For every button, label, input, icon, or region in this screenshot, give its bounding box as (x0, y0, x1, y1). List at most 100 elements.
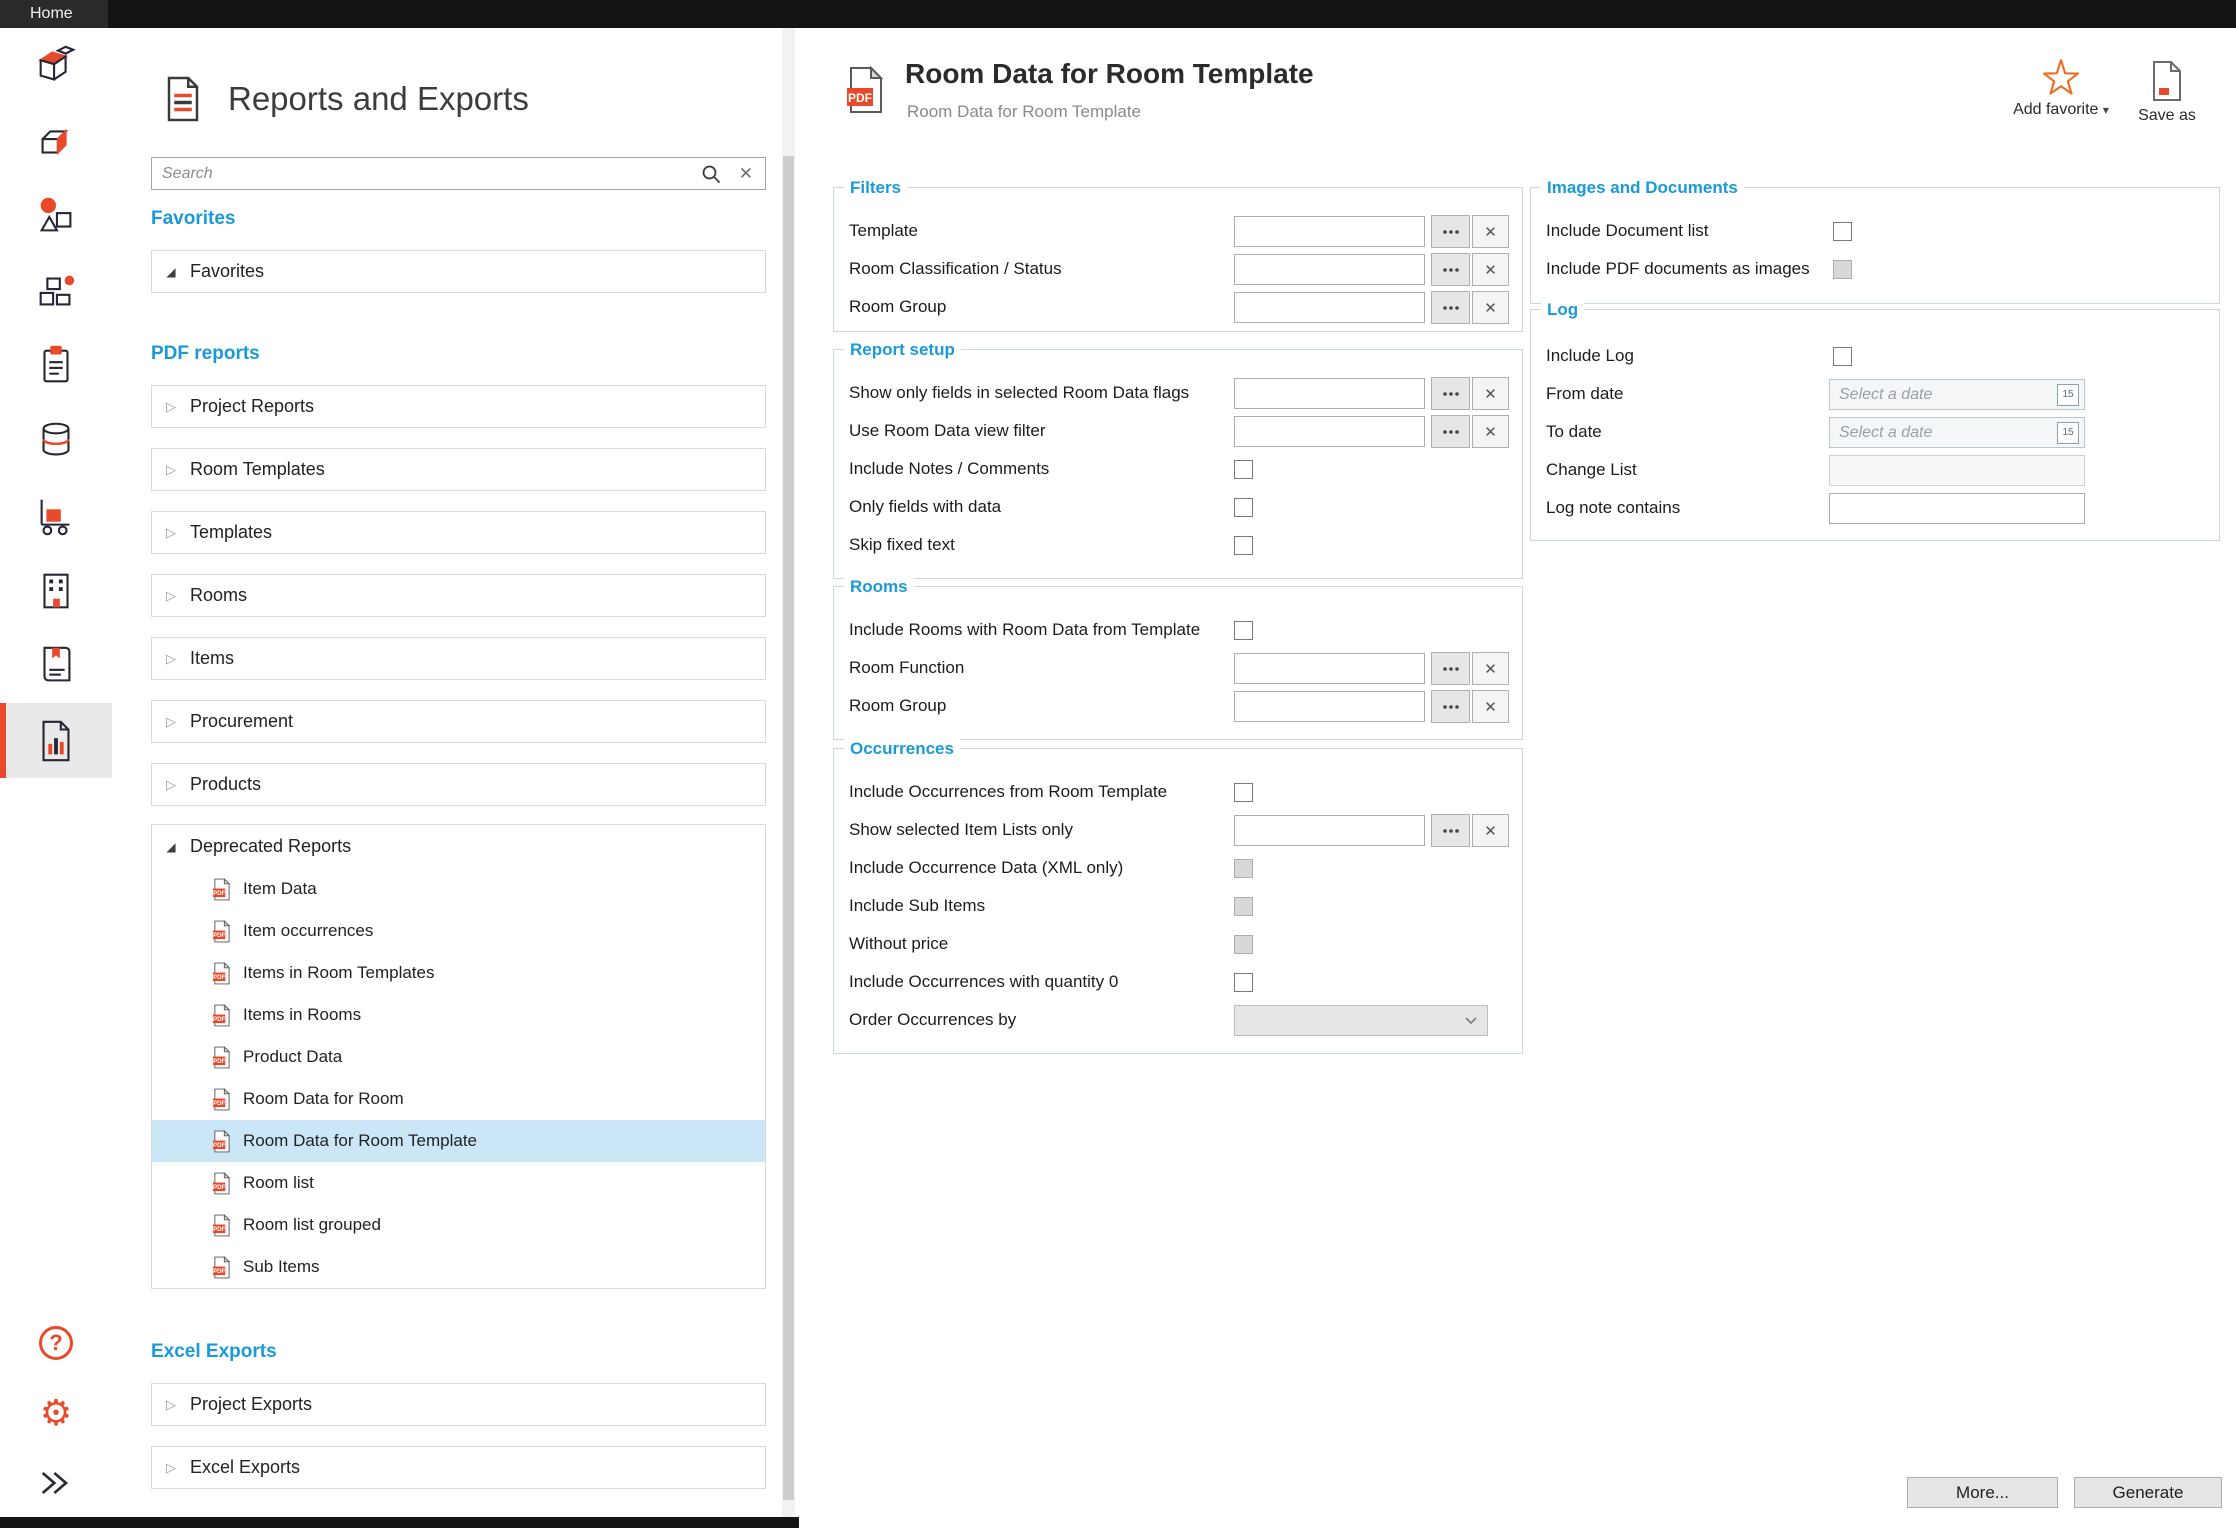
expander-collapsed-icon[interactable]: ▷ (164, 588, 178, 604)
report-item-room-data-for-room[interactable]: PDF Room Data for Room (152, 1078, 765, 1120)
clear-button[interactable]: ✕ (1472, 652, 1509, 685)
expander-collapsed-icon[interactable]: ▷ (164, 651, 178, 667)
clear-button[interactable]: ✕ (1472, 377, 1509, 410)
rail-item-buildings-3d[interactable] (0, 28, 112, 103)
browse-button[interactable] (1431, 814, 1470, 847)
group-favorites[interactable]: ◢ Favorites (151, 250, 766, 293)
rail-item-clipboard[interactable] (0, 328, 112, 403)
expander-collapsed-icon[interactable]: ▷ (164, 525, 178, 541)
field-label: Include Occurrence Data (XML only) (849, 858, 1123, 878)
quantity-zero-checkbox[interactable] (1234, 973, 1253, 992)
browse-button[interactable] (1431, 415, 1470, 448)
group-rooms[interactable]: ▷ Rooms (151, 574, 766, 617)
room-group-input[interactable] (1234, 691, 1425, 722)
deprecated-reports-header[interactable]: ◢ Deprecated Reports (152, 825, 765, 868)
clear-button[interactable]: ✕ (1472, 291, 1509, 324)
rail-item-expand[interactable] (0, 1448, 112, 1518)
clipboard-icon (33, 343, 79, 389)
rail-item-boxes[interactable] (0, 253, 112, 328)
only-fields-with-data-checkbox[interactable] (1234, 498, 1253, 517)
rail-item-help[interactable]: ? (0, 1308, 112, 1378)
browse-button[interactable] (1431, 652, 1470, 685)
expander-collapsed-icon[interactable]: ▷ (164, 462, 178, 478)
log-note-contains-input[interactable] (1829, 493, 2085, 524)
report-item-item-occurrences[interactable]: PDF Item occurrences (152, 910, 765, 952)
include-notes-checkbox[interactable] (1234, 460, 1253, 479)
generate-button[interactable]: Generate (2074, 1477, 2222, 1508)
rail-item-building-grid[interactable] (0, 553, 112, 628)
report-item-room-list-grouped[interactable]: PDF Room list grouped (152, 1204, 765, 1246)
group-items[interactable]: ▷ Items (151, 637, 766, 680)
report-item-items-in-rooms[interactable]: PDF Items in Rooms (152, 994, 765, 1036)
group-procurement[interactable]: ▷ Procurement (151, 700, 766, 743)
search-icon[interactable] (701, 164, 721, 184)
pdf-icon: PDF (212, 1256, 231, 1279)
rail-item-trolley[interactable] (0, 478, 112, 553)
rail-item-reports[interactable] (0, 703, 112, 778)
report-item-product-data[interactable]: PDF Product Data (152, 1036, 765, 1078)
browse-button[interactable] (1431, 215, 1470, 248)
clear-button[interactable]: ✕ (1472, 215, 1509, 248)
room-classification-input[interactable] (1234, 254, 1425, 285)
browse-button[interactable] (1431, 291, 1470, 324)
report-item-room-list[interactable]: PDF Room list (152, 1162, 765, 1204)
report-item-room-data-for-room-template[interactable]: PDF Room Data for Room Template (152, 1120, 765, 1162)
report-item-label: Room list grouped (243, 1215, 381, 1235)
include-rooms-checkbox[interactable] (1234, 621, 1253, 640)
room-function-input[interactable] (1234, 653, 1425, 684)
tab-home[interactable]: Home (0, 0, 108, 28)
room-group-input[interactable] (1234, 292, 1425, 323)
group-products[interactable]: ▷ Products (151, 763, 766, 806)
from-date-input: Select a date 15 (1829, 379, 2085, 410)
expander-collapsed-icon[interactable]: ▷ (164, 1397, 178, 1413)
add-favorite-button[interactable]: Add favorite ▾ (2006, 58, 2116, 120)
group-room-templates[interactable]: ▷ Room Templates (151, 448, 766, 491)
rail-item-settings[interactable]: ⚙ (0, 1378, 112, 1448)
item-lists-input[interactable] (1234, 815, 1425, 846)
expander-collapsed-icon[interactable]: ▷ (164, 777, 178, 793)
browse-button[interactable] (1431, 253, 1470, 286)
include-occurrences-checkbox[interactable] (1234, 783, 1253, 802)
report-item-item-data[interactable]: PDF Item Data (152, 868, 765, 910)
include-log-checkbox[interactable] (1833, 347, 1852, 366)
without-price-checkbox (1234, 935, 1253, 954)
group-label: Templates (190, 522, 272, 543)
section-title: Images and Documents (1541, 178, 1744, 198)
svg-text:PDF: PDF (213, 890, 226, 897)
browse-button[interactable] (1431, 377, 1470, 410)
include-document-list-checkbox[interactable] (1833, 222, 1852, 241)
clear-button[interactable]: ✕ (1472, 814, 1509, 847)
to-date-input: Select a date 15 (1829, 417, 2085, 448)
expander-collapsed-icon[interactable]: ▷ (164, 1460, 178, 1476)
expander-expanded-icon[interactable]: ◢ (164, 265, 178, 279)
room-data-flags-input[interactable] (1234, 378, 1425, 409)
group-project-reports[interactable]: ▷ Project Reports (151, 385, 766, 428)
group-templates[interactable]: ▷ Templates (151, 511, 766, 554)
template-input[interactable] (1234, 216, 1425, 247)
search-clear-icon[interactable]: ✕ (739, 164, 753, 184)
buildings-3d-icon (33, 43, 79, 89)
reports-exports-panel: Reports and Exports ✕ Favorites ◢ Favori… (112, 28, 795, 1517)
skip-fixed-text-checkbox[interactable] (1234, 536, 1253, 555)
search-input[interactable] (162, 165, 683, 183)
rail-item-catalog[interactable] (0, 628, 112, 703)
expander-collapsed-icon[interactable]: ▷ (164, 399, 178, 415)
report-item-items-in-room-templates[interactable]: PDF Items in Room Templates (152, 952, 765, 994)
expander-expanded-icon[interactable]: ◢ (164, 840, 178, 854)
panel-scrollbar[interactable] (782, 28, 795, 1517)
rail-item-building-stack[interactable] (0, 103, 112, 178)
rail-item-shapes[interactable] (0, 178, 112, 253)
save-as-button[interactable]: Save as (2117, 60, 2217, 125)
report-item-sub-items[interactable]: PDF Sub Items (152, 1246, 765, 1288)
browse-button[interactable] (1431, 690, 1470, 723)
group-excel-exports[interactable]: ▷ Excel Exports (151, 1446, 766, 1489)
group-project-exports[interactable]: ▷ Project Exports (151, 1383, 766, 1426)
scrollbar-thumb[interactable] (783, 156, 794, 1500)
expander-collapsed-icon[interactable]: ▷ (164, 714, 178, 730)
clear-button[interactable]: ✕ (1472, 253, 1509, 286)
clear-button[interactable]: ✕ (1472, 415, 1509, 448)
more-button[interactable]: More... (1907, 1477, 2058, 1508)
rail-item-database[interactable] (0, 403, 112, 478)
clear-button[interactable]: ✕ (1472, 690, 1509, 723)
view-filter-input[interactable] (1234, 416, 1425, 447)
